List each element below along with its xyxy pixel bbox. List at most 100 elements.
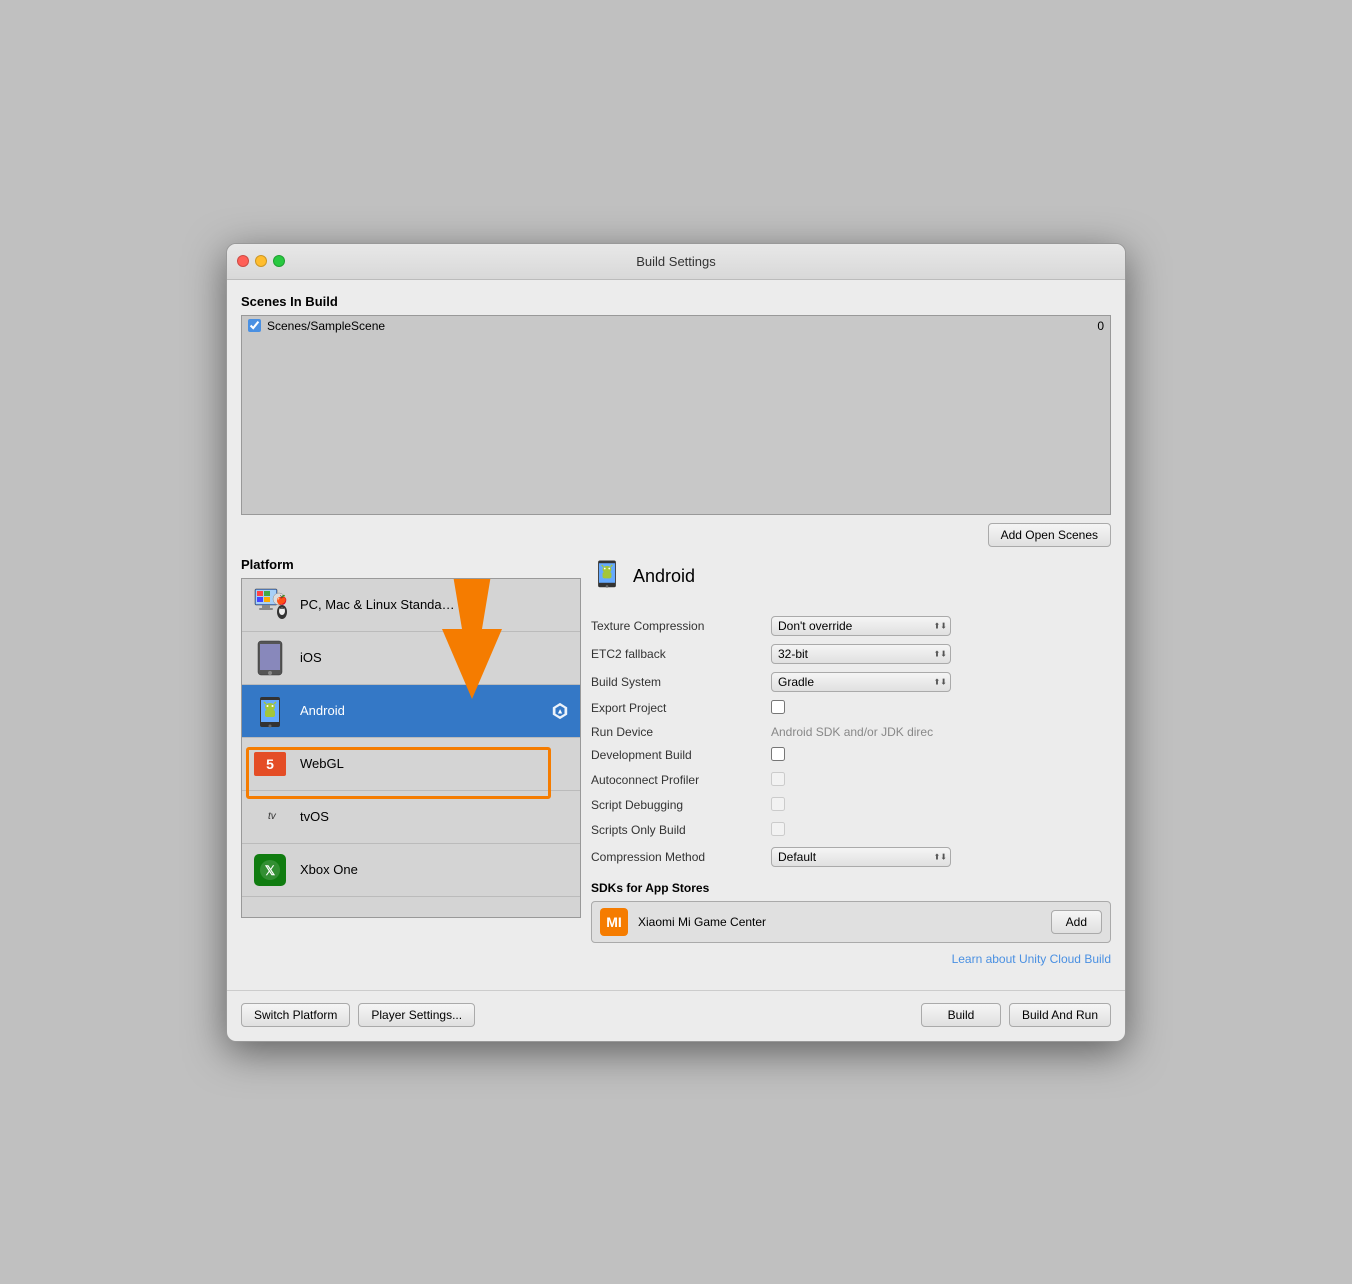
switch-platform-button[interactable]: Switch Platform: [241, 1003, 350, 1027]
sdk-section: SDKs for App Stores MI Xiaomi Mi Game Ce…: [591, 881, 1111, 943]
platform-item-psvita[interactable]: PS Vita: [242, 897, 580, 917]
platform-name-ios: iOS: [300, 650, 322, 665]
build-system-value: Gradle Internal ADT (legacy): [771, 668, 1111, 696]
svg-text:▲: ▲: [556, 706, 563, 715]
etc2-fallback-row: ETC2 fallback 32-bit 16-bit 32-bit (comp…: [591, 640, 1111, 668]
android-header: Android: [591, 557, 1111, 596]
bottom-right-buttons: Build Build And Run: [921, 1003, 1111, 1027]
sdk-add-button[interactable]: Add: [1051, 910, 1102, 934]
ios-icon: [252, 640, 288, 676]
add-open-scenes-row: Add Open Scenes: [241, 523, 1111, 547]
script-debugging-row: Script Debugging: [591, 793, 1111, 818]
compression-method-value: Default LZ4 LZ4HC: [771, 843, 1111, 871]
export-project-value: [771, 696, 1111, 721]
tvos-icon: tv: [252, 799, 288, 835]
build-and-run-button[interactable]: Build And Run: [1009, 1003, 1111, 1027]
export-project-checkbox[interactable]: [771, 700, 785, 714]
run-device-row: Run Device Android SDK and/or JDK direc: [591, 721, 1111, 743]
development-build-value: [771, 743, 1111, 768]
scene-name: Scenes/SampleScene: [267, 319, 1097, 333]
autoconnect-profiler-value: [771, 768, 1111, 793]
platform-section-label: Platform: [241, 557, 581, 572]
titlebar: Build Settings: [227, 244, 1125, 280]
scripts-only-build-value: [771, 818, 1111, 843]
texture-compression-row: Texture Compression Don't override DXT P…: [591, 612, 1111, 640]
autoconnect-profiler-checkbox[interactable]: [771, 772, 785, 786]
platform-list[interactable]: 🍎 PC, Mac & Linux Standa…: [242, 579, 580, 917]
xboxone-icon: 𝕏: [252, 852, 288, 888]
build-system-dropdown-wrapper: Gradle Internal ADT (legacy): [771, 672, 951, 692]
android-icon: [252, 693, 288, 729]
platform-section: Platform: [241, 557, 581, 966]
platform-item-pc[interactable]: 🍎 PC, Mac & Linux Standa…: [242, 579, 580, 632]
sdk-section-label: SDKs for App Stores: [591, 881, 1111, 895]
settings-section: Android Texture Compression Don't overri…: [591, 557, 1111, 966]
platform-name-android: Android: [300, 703, 345, 718]
export-project-label: Export Project: [591, 696, 771, 721]
add-open-scenes-button[interactable]: Add Open Scenes: [988, 523, 1111, 547]
compression-method-row: Compression Method Default LZ4 LZ4HC: [591, 843, 1111, 871]
cloud-build-row: Learn about Unity Cloud Build: [591, 951, 1111, 966]
android-header-icon: [591, 557, 623, 596]
scripts-only-build-checkbox[interactable]: [771, 822, 785, 836]
etc2-fallback-select[interactable]: 32-bit 16-bit 32-bit (compressed): [771, 644, 951, 664]
scene-row: Scenes/SampleScene 0: [242, 316, 1110, 336]
window-controls: [237, 255, 285, 267]
build-button[interactable]: Build: [921, 1003, 1001, 1027]
autoconnect-profiler-label: Autoconnect Profiler: [591, 768, 771, 793]
development-build-row: Development Build: [591, 743, 1111, 768]
development-build-label: Development Build: [591, 743, 771, 768]
svg-text:5: 5: [266, 756, 274, 772]
minimize-button[interactable]: [255, 255, 267, 267]
platform-name-webgl: WebGL: [300, 756, 344, 771]
build-system-select[interactable]: Gradle Internal ADT (legacy): [771, 672, 951, 692]
compression-method-dropdown-wrapper: Default LZ4 LZ4HC: [771, 847, 951, 867]
platform-name-tvos: tvOS: [300, 809, 329, 824]
close-button[interactable]: [237, 255, 249, 267]
sdk-item-xiaomi: MI Xiaomi Mi Game Center Add: [591, 901, 1111, 943]
android-settings-table: Texture Compression Don't override DXT P…: [591, 612, 1111, 871]
xiaomi-logo: MI: [600, 908, 628, 936]
etc2-fallback-dropdown-wrapper: 32-bit 16-bit 32-bit (compressed): [771, 644, 951, 664]
platform-item-xboxone[interactable]: 𝕏 Xbox One: [242, 844, 580, 897]
script-debugging-label: Script Debugging: [591, 793, 771, 818]
etc2-fallback-value: 32-bit 16-bit 32-bit (compressed): [771, 640, 1111, 668]
scripts-only-build-label: Scripts Only Build: [591, 818, 771, 843]
autoconnect-profiler-row: Autoconnect Profiler: [591, 768, 1111, 793]
texture-compression-label: Texture Compression: [591, 612, 771, 640]
platform-item-webgl[interactable]: 5 WebGL: [242, 738, 580, 791]
scene-checkbox[interactable]: [248, 319, 261, 332]
psvita-icon: [252, 905, 288, 917]
player-settings-button[interactable]: Player Settings...: [358, 1003, 475, 1027]
platform-item-android[interactable]: Android ▲: [242, 685, 580, 738]
maximize-button[interactable]: [273, 255, 285, 267]
bottom-left-buttons: Switch Platform Player Settings...: [241, 1003, 475, 1027]
compression-method-select[interactable]: Default LZ4 LZ4HC: [771, 847, 951, 867]
platform-item-tvos[interactable]: tv tvOS: [242, 791, 580, 844]
sdk-item-name: Xiaomi Mi Game Center: [638, 915, 1041, 929]
window-title: Build Settings: [636, 254, 716, 269]
cloud-build-link[interactable]: Learn about Unity Cloud Build: [952, 952, 1111, 966]
development-build-checkbox[interactable]: [771, 747, 785, 761]
export-project-row: Export Project: [591, 696, 1111, 721]
platform-name-xboxone: Xbox One: [300, 862, 358, 877]
texture-compression-value: Don't override DXT PVRTC ATC ETC ETC2 AS…: [771, 612, 1111, 640]
run-device-value: Android SDK and/or JDK direc: [771, 721, 1111, 743]
scenes-list: Scenes/SampleScene 0: [241, 315, 1111, 515]
pc-icon: 🍎: [252, 587, 288, 623]
scenes-section-label: Scenes In Build: [241, 294, 1111, 309]
svg-text:tv: tv: [268, 811, 277, 822]
bottom-bar: Switch Platform Player Settings... Build…: [227, 990, 1125, 1041]
platform-name-psvita: PS Vita: [300, 915, 343, 917]
platform-list-container: 🍎 PC, Mac & Linux Standa…: [241, 578, 581, 918]
build-system-row: Build System Gradle Internal ADT (legacy…: [591, 668, 1111, 696]
texture-compression-select[interactable]: Don't override DXT PVRTC ATC ETC ETC2 AS…: [771, 616, 951, 636]
script-debugging-value: [771, 793, 1111, 818]
script-debugging-checkbox[interactable]: [771, 797, 785, 811]
etc2-fallback-label: ETC2 fallback: [591, 640, 771, 668]
unity-badge-android: ▲: [550, 701, 570, 721]
texture-compression-dropdown-wrapper: Don't override DXT PVRTC ATC ETC ETC2 AS…: [771, 616, 951, 636]
platform-item-ios[interactable]: iOS: [242, 632, 580, 685]
main-content: Scenes In Build Scenes/SampleScene 0 Add…: [227, 280, 1125, 980]
platform-name-pc: PC, Mac & Linux Standa…: [300, 597, 455, 612]
